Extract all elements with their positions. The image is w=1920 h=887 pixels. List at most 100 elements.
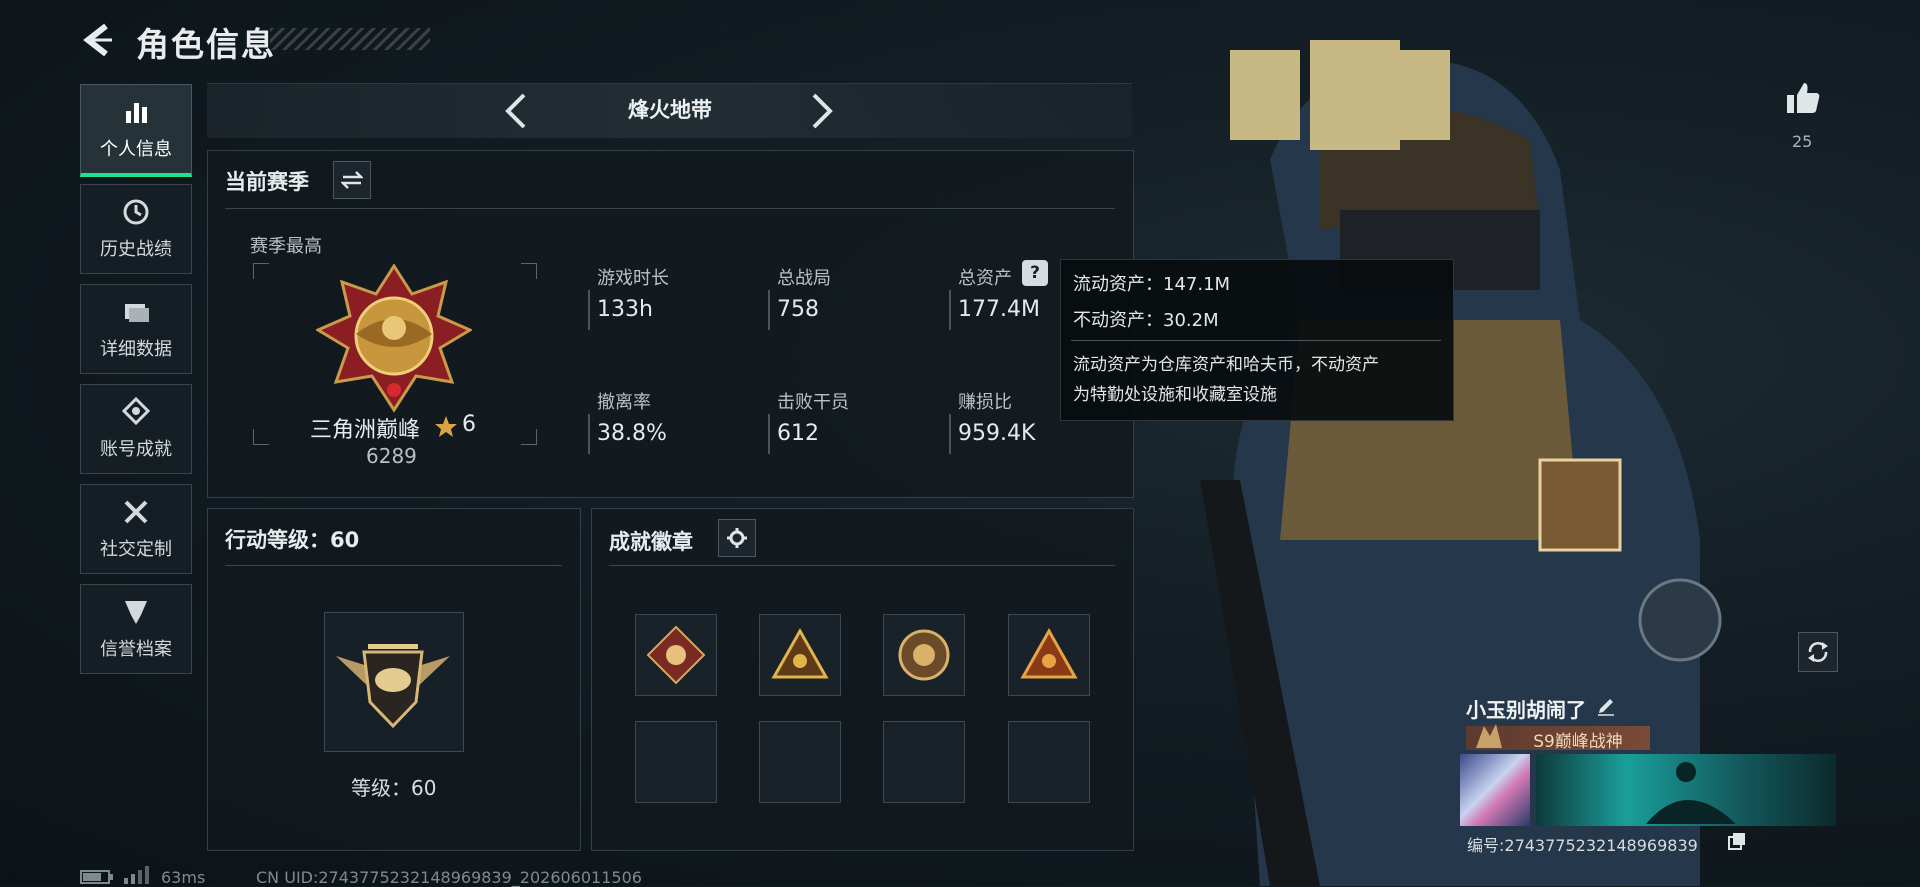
profile-banner [1536,754,1836,826]
divider [225,208,1115,209]
badges-title: 成就徽章 [609,530,693,554]
stat-value-assets: 177.4M [958,297,1040,322]
rank-title-icon [1476,724,1502,748]
player-name: 小玉别胡闹了 [1466,698,1586,722]
avatar[interactable] [1460,754,1530,826]
sidebar-item-achievements[interactable]: 账号成就 [80,384,192,474]
copy-icon[interactable] [1728,832,1746,850]
back-button[interactable] [78,20,118,60]
assets-tooltip: 流动资产：147.1M 不动资产：30.2M 流动资产为仓库资产和哈夫币，不动资… [1060,259,1454,421]
divider [1071,340,1441,341]
badge-squad-icon [771,627,829,679]
stat-value-playtime: 133h [597,297,653,322]
history-icon [123,199,149,225]
badge-slot[interactable] [759,614,841,696]
season-title: 当前赛季 [225,170,309,194]
stat-divider [949,414,951,454]
divider [609,565,1115,566]
rank-title-text: S9巅峰战神 [1533,732,1623,752]
badge-skull-icon [898,629,950,681]
tooltip-desc-line1: 流动资产为仓库资产和哈夫币，不动资产 [1073,355,1379,375]
stat-divider [768,414,770,454]
stat-label-assets: 总资产 [958,268,1012,289]
rank-stars: 6 [462,412,476,437]
question-icon: ? [1030,263,1040,283]
divider [225,565,562,566]
badge-slot[interactable] [635,614,717,696]
signal-icon [124,866,149,884]
tooltip-liquid-assets: 流动资产：147.1M [1073,274,1231,295]
stat-divider [588,414,590,454]
sidebar-item-details[interactable]: 详细数据 [80,284,192,374]
stat-label-matches: 总战局 [777,268,831,289]
sidebar-item-personal-info[interactable]: 个人信息 [80,84,192,177]
tooltip-desc-line2: 为特勤处设施和收藏室设施 [1073,385,1277,405]
stat-divider [588,290,590,330]
badge-slot-empty[interactable] [1008,721,1090,803]
stat-label-playtime: 游戏时长 [597,268,669,289]
badge-slot-empty[interactable] [635,721,717,803]
next-mode-button[interactable] [806,92,836,130]
badge-slot[interactable] [1008,614,1090,696]
sidebar-item-label: 账号成就 [100,439,172,460]
stat-label-profit-ratio: 赚损比 [958,392,1012,413]
credit-icon [125,601,147,624]
badge-wolf-icon [646,625,706,685]
stat-divider [949,290,951,330]
achievement-icon [121,397,151,426]
stat-label-kills: 击败干员 [777,392,849,413]
sidebar-item-label: 历史战绩 [100,239,172,260]
tooltip-fixed-assets: 不动资产：30.2M [1073,310,1219,331]
action-level-title: 行动等级：60 [225,528,360,552]
sidebar-item-history[interactable]: 历史战绩 [80,184,192,274]
sidebar-item-label: 社交定制 [100,539,172,560]
bar-chart-icon [126,103,147,123]
chevron-left-icon [505,93,526,129]
sidebar-item-label: 个人信息 [100,139,172,160]
badge-slot[interactable] [883,614,965,696]
rank-emblem-icon [316,264,472,413]
stat-value-profit-ratio: 959.4K [958,421,1036,446]
assets-help-button[interactable]: ? [1022,260,1048,286]
prev-mode-button[interactable] [502,92,532,130]
gear-icon [727,528,747,548]
refresh-button[interactable] [1798,632,1838,672]
sidebar-item-label: 信誉档案 [100,639,172,660]
sidebar-item-label: 详细数据 [100,339,172,360]
player-uid: 编号:2743775232148969839 [1467,836,1698,855]
ping-text: 63ms [161,868,206,887]
thumbs-up-icon [1787,83,1820,113]
cn-uid-text: CN UID:2743775232148969839_202606011506 [256,868,642,887]
title-decoration [270,28,430,50]
like-button[interactable] [1785,80,1821,116]
stat-value-extraction-rate: 38.8% [597,421,667,446]
badge-hands-icon [1020,627,1078,679]
rank-score: 6289 [366,444,417,468]
chevron-right-icon [812,93,833,129]
mode-label: 烽火地带 [628,98,712,122]
banner-figure-icon [1646,762,1736,824]
level-text: 等级：60 [351,776,437,800]
back-arrow-icon [83,23,112,57]
sidebar-item-social[interactable]: 社交定制 [80,484,192,574]
refresh-icon [1808,642,1828,662]
battery-icon [80,870,113,884]
like-count: 25 [1792,132,1813,151]
page-title: 角色信息 [136,25,276,64]
edit-name-icon[interactable] [1596,696,1616,716]
folder-icon [125,304,149,322]
swap-icon [341,171,363,189]
stat-value-matches: 758 [777,297,819,322]
star-icon [435,416,457,437]
season-best-label: 赛季最高 [250,236,322,257]
sidebar-item-credit[interactable]: 信誉档案 [80,584,192,674]
badge-slot-empty[interactable] [759,721,841,803]
switch-season-button[interactable] [333,161,371,199]
badge-slot-empty[interactable] [883,721,965,803]
level-emblem-icon [336,644,450,729]
stat-label-extraction-rate: 撤离率 [597,392,651,413]
tools-icon [124,500,148,524]
rank-name: 三角洲巅峰 [310,418,421,443]
badge-settings-button[interactable] [718,519,756,557]
stat-value-kills: 612 [777,421,819,446]
